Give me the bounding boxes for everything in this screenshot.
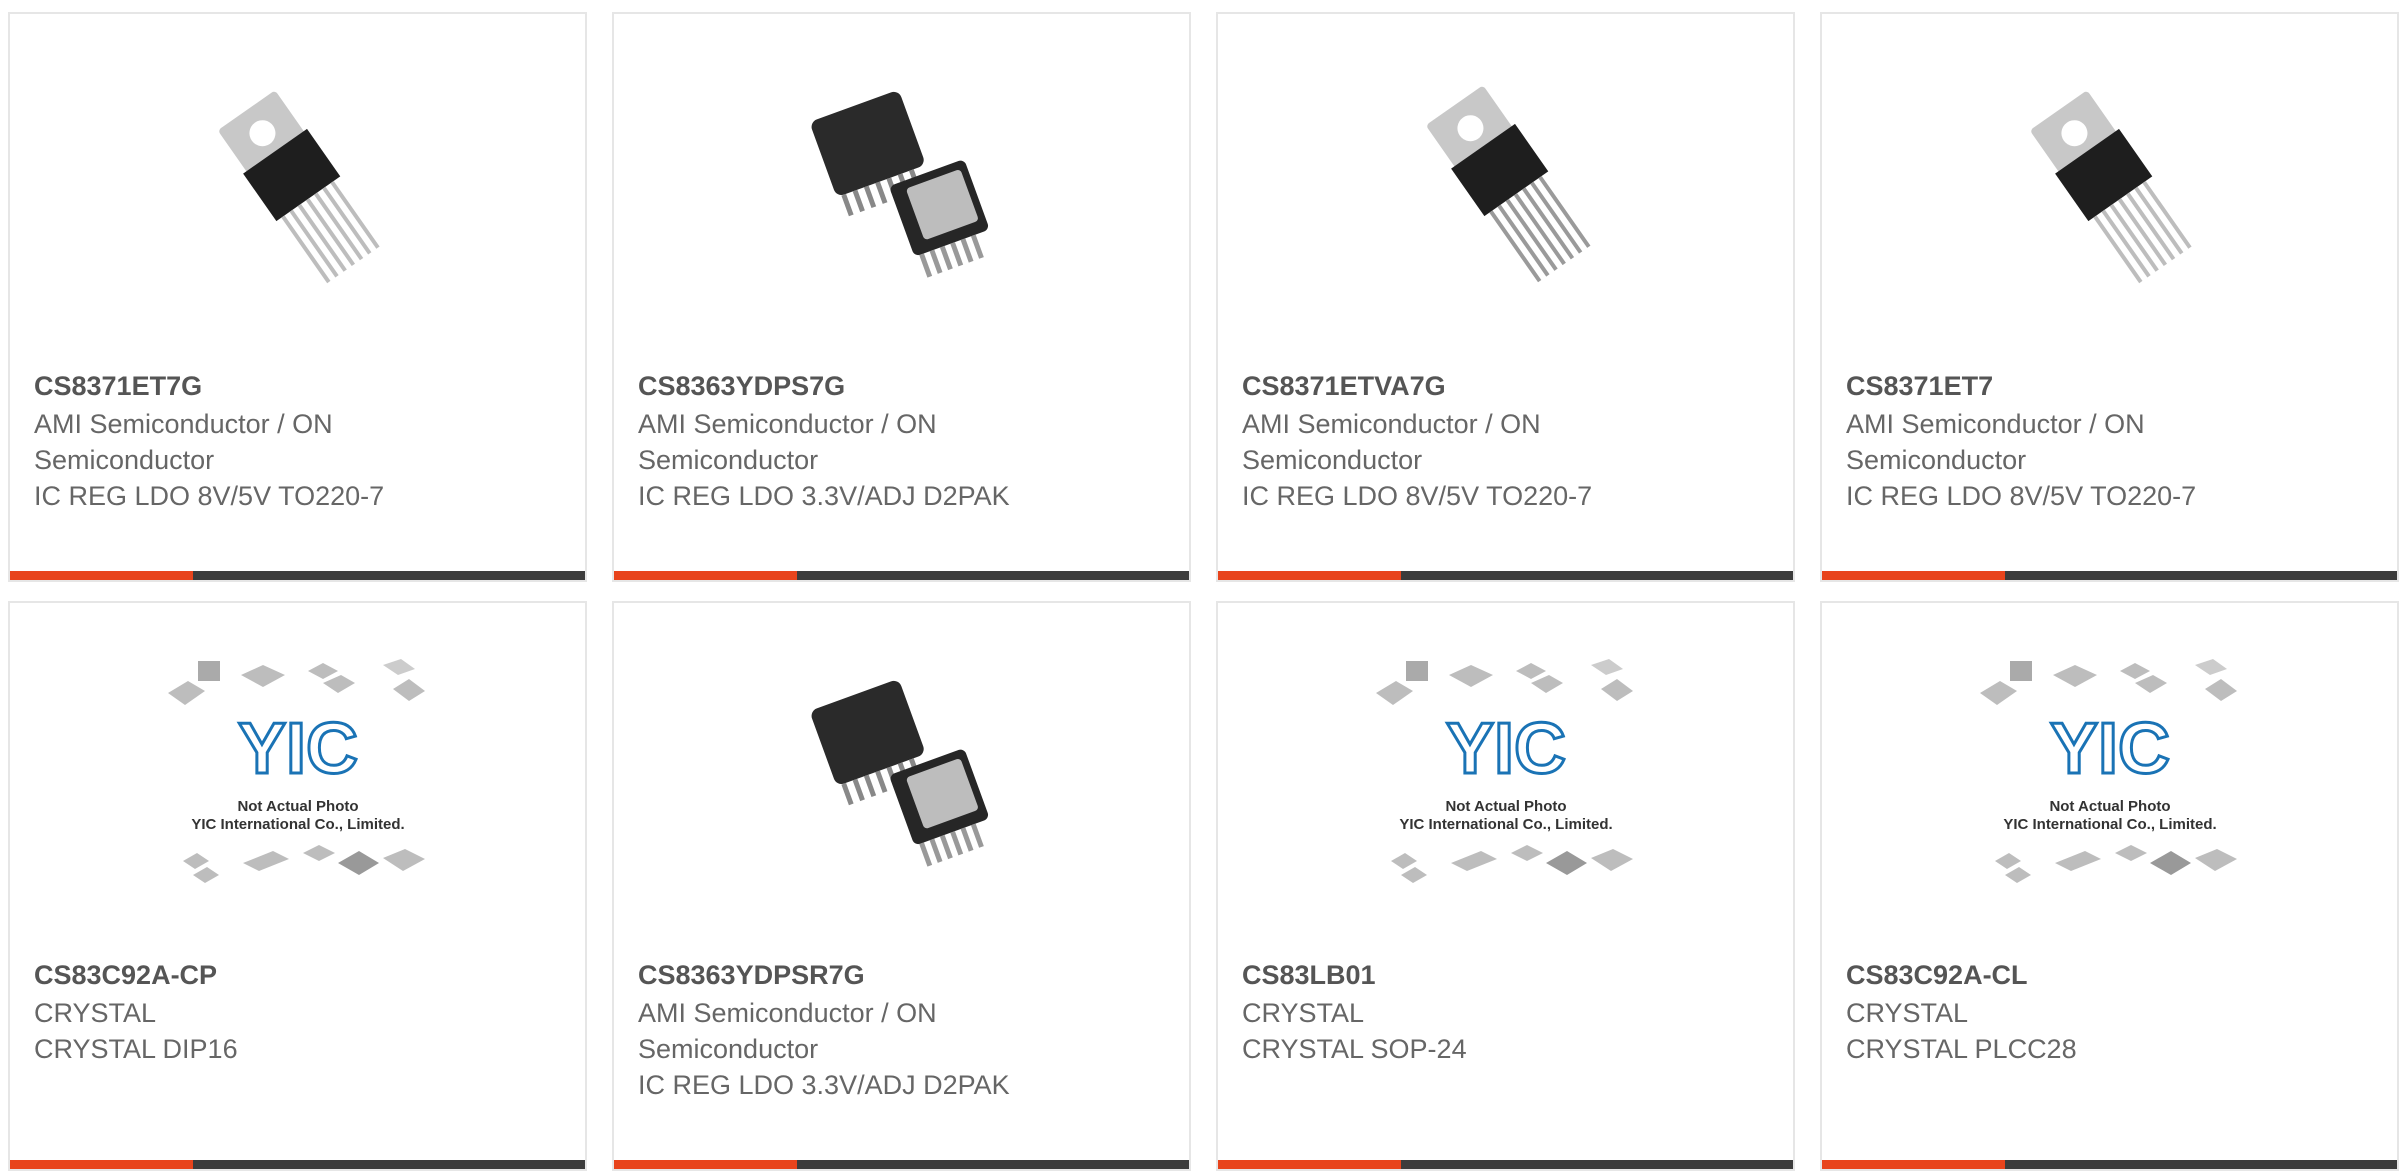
product-info: CS8363YDPSR7G AMI Semiconductor / ON Sem… xyxy=(638,943,1165,1103)
product-card[interactable]: CS8371ET7G AMI Semiconductor / ON Semico… xyxy=(8,12,587,582)
product-card[interactable]: CS8363YDPSR7G AMI Semiconductor / ON Sem… xyxy=(612,601,1191,1171)
card-bar-accent xyxy=(1822,1160,2005,1169)
part-number[interactable]: CS8363YDPSR7G xyxy=(638,957,1165,993)
product-info: CS83C92A-CP CRYSTAL CRYSTAL DIP16 xyxy=(34,943,561,1067)
product-card[interactable]: YIC Not Actual Photo YIC International C… xyxy=(8,601,587,1171)
placeholder-line1: Not Actual Photo xyxy=(1445,798,1566,815)
product-image[interactable] xyxy=(1218,14,1793,354)
card-bar-accent xyxy=(1822,571,2005,580)
placeholder-line2: YIC International Co., Limited. xyxy=(191,816,404,833)
description: IC REG LDO 8V/5V TO220-7 xyxy=(1242,481,1593,511)
product-info: CS83C92A-CL CRYSTAL CRYSTAL PLCC28 xyxy=(1846,943,2373,1067)
description: CRYSTAL DIP16 xyxy=(34,1034,238,1064)
description: CRYSTAL PLCC28 xyxy=(1846,1034,2077,1064)
description: IC REG LDO 3.3V/ADJ D2PAK xyxy=(638,481,1010,511)
placeholder-line1: Not Actual Photo xyxy=(2049,798,2170,815)
manufacturer: CRYSTAL xyxy=(1242,998,1365,1028)
product-card[interactable]: CS8371ETVA7G AMI Semiconductor / ON Semi… xyxy=(1216,12,1795,582)
manufacturer: AMI Semiconductor / ON Semiconductor xyxy=(1846,409,2145,475)
card-bar-accent xyxy=(1218,1160,1401,1169)
product-image[interactable] xyxy=(10,14,585,354)
product-card[interactable]: YIC Not Actual Photo YIC International C… xyxy=(1820,601,2399,1171)
card-bar xyxy=(1218,1160,1793,1169)
part-number[interactable]: CS83C92A-CL xyxy=(1846,957,2373,993)
manufacturer: AMI Semiconductor / ON Semiconductor xyxy=(638,998,937,1064)
product-info: CS8371ET7 AMI Semiconductor / ON Semicon… xyxy=(1846,354,2373,514)
placeholder-line2: YIC International Co., Limited. xyxy=(2003,816,2216,833)
product-grid: CS8371ET7G AMI Semiconductor / ON Semico… xyxy=(8,12,2400,1171)
description: IC REG LDO 8V/5V TO220-7 xyxy=(1846,481,2197,511)
to220-7-package-icon xyxy=(218,91,380,284)
product-card[interactable]: CS8363YDPS7G AMI Semiconductor / ON Semi… xyxy=(612,12,1191,582)
card-bar-accent xyxy=(614,571,797,580)
product-card[interactable]: CS8371ET7 AMI Semiconductor / ON Semicon… xyxy=(1820,12,2399,582)
placeholder-logo-text: YIC xyxy=(2049,709,2169,789)
d2pak-package-icon xyxy=(811,91,988,278)
placeholder-logo-icon: YIC Not Actual Photo YIC International C… xyxy=(167,659,425,883)
manufacturer: AMI Semiconductor / ON Semiconductor xyxy=(638,409,937,475)
product-info: CS8371ET7G AMI Semiconductor / ON Semico… xyxy=(34,354,561,514)
description: CRYSTAL SOP-24 xyxy=(1242,1034,1467,1064)
card-bar-accent xyxy=(10,571,193,580)
part-number[interactable]: CS83C92A-CP xyxy=(34,957,561,993)
placeholder-logo-icon: YIC Not Actual Photo YIC International C… xyxy=(1979,659,2237,883)
part-number[interactable]: CS8371ETVA7G xyxy=(1242,368,1769,404)
manufacturer: CRYSTAL xyxy=(1846,998,1969,1028)
to220-7-package-icon xyxy=(2030,91,2192,284)
placeholder-logo-icon: YIC Not Actual Photo YIC International C… xyxy=(1375,659,1633,883)
card-bar xyxy=(1822,1160,2397,1169)
product-image[interactable] xyxy=(614,603,1189,943)
description: IC REG LDO 8V/5V TO220-7 xyxy=(34,481,385,511)
product-info: CS8371ETVA7G AMI Semiconductor / ON Semi… xyxy=(1242,354,1769,514)
placeholder-line2: YIC International Co., Limited. xyxy=(1399,816,1612,833)
product-image[interactable] xyxy=(1822,14,2397,354)
part-number[interactable]: CS8371ET7G xyxy=(34,368,561,404)
card-bar xyxy=(1218,571,1793,580)
card-bar xyxy=(614,571,1189,580)
to220-7-package-icon xyxy=(1426,86,1590,283)
placeholder-logo-text: YIC xyxy=(237,709,357,789)
product-image[interactable]: YIC Not Actual Photo YIC International C… xyxy=(1822,603,2397,943)
card-bar xyxy=(10,1160,585,1169)
description: IC REG LDO 3.3V/ADJ D2PAK xyxy=(638,1070,1010,1100)
card-bar xyxy=(10,571,585,580)
part-number[interactable]: CS8363YDPS7G xyxy=(638,368,1165,404)
product-image[interactable] xyxy=(614,14,1189,354)
product-image[interactable]: YIC Not Actual Photo YIC International C… xyxy=(1218,603,1793,943)
part-number[interactable]: CS83LB01 xyxy=(1242,957,1769,993)
product-info: CS8363YDPS7G AMI Semiconductor / ON Semi… xyxy=(638,354,1165,514)
d2pak-package-icon xyxy=(811,680,988,867)
product-card[interactable]: YIC Not Actual Photo YIC International C… xyxy=(1216,601,1795,1171)
card-bar-accent xyxy=(614,1160,797,1169)
manufacturer: AMI Semiconductor / ON Semiconductor xyxy=(1242,409,1541,475)
card-bar xyxy=(614,1160,1189,1169)
product-image[interactable]: YIC Not Actual Photo YIC International C… xyxy=(10,603,585,943)
card-bar-accent xyxy=(10,1160,193,1169)
product-info: CS83LB01 CRYSTAL CRYSTAL SOP-24 xyxy=(1242,943,1769,1067)
part-number[interactable]: CS8371ET7 xyxy=(1846,368,2373,404)
placeholder-logo-text: YIC xyxy=(1445,709,1565,789)
manufacturer: CRYSTAL xyxy=(34,998,157,1028)
card-bar xyxy=(1822,571,2397,580)
placeholder-line1: Not Actual Photo xyxy=(237,798,358,815)
card-bar-accent xyxy=(1218,571,1401,580)
manufacturer: AMI Semiconductor / ON Semiconductor xyxy=(34,409,333,475)
